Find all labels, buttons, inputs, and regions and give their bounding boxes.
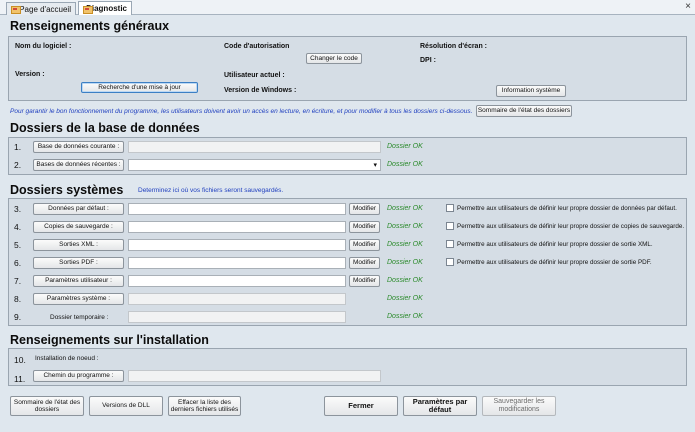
current-user-label: Utilisateur actuel : [224,72,285,79]
permissions-notice: Pour garantir le bon fonctionnement du p… [10,108,473,115]
recent-databases-button[interactable]: Bases de données récentes : [33,159,124,171]
status-ok: Dossier OK [387,259,423,266]
install-section-title: Renseignements sur l'installation [10,333,209,347]
recent-databases-dropdown[interactable]: ▾ [128,159,381,171]
database-section-title: Dossiers de la base de données [10,121,200,135]
modify-button[interactable]: Modifier [349,257,380,269]
general-section-title: Renseignements généraux [10,19,170,33]
version-label: Version : [15,71,45,78]
row-number: 4. [14,222,22,232]
xml-output-button[interactable]: Sorties XML : [33,239,124,251]
system-section-subtitle: Determinez ici où vos fichiers seront sa… [138,187,284,194]
user-settings-path-field[interactable] [128,275,346,287]
modify-button[interactable]: Modifier [349,275,380,287]
user-settings-button[interactable]: Paramètres utilisateur : [33,275,124,287]
row-number: 11. [14,374,26,384]
status-ok: Dossier OK [387,223,423,230]
row-number: 6. [14,258,22,268]
software-name-label: Nom du logiciel : [15,43,72,50]
folder-status-summary-button[interactable]: Sommaire de l'état des dossiers [476,105,572,117]
status-ok: Dossier OK [387,241,423,248]
row-number: 10. [14,355,26,365]
status-ok: Dossier OK [387,295,423,302]
tab-diagnostic[interactable]: Diagnostic [78,1,132,15]
clear-recent-files-button[interactable]: Effacer la liste des derniers fichiers u… [168,396,241,416]
status-ok: Dossier OK [387,161,423,168]
current-database-button[interactable]: Base de données courante : [33,141,124,153]
status-ok: Dossier OK [387,143,423,150]
folder-summary-footer-button[interactable]: Sommaire de l'état des dossiers [10,396,84,416]
backup-copies-button[interactable]: Copies de sauvegarde : [33,221,124,233]
system-section-title: Dossiers systèmes [10,183,124,197]
allow-pdf-output-checkbox[interactable] [446,258,454,266]
close-icon[interactable]: × [685,1,691,12]
modify-button[interactable]: Modifier [349,239,380,251]
tab-label: Page d'accueil [19,4,71,14]
screen-resolution-label: Résolution d'écran : [420,43,488,50]
row-number: 7. [14,276,22,286]
pdf-output-button[interactable]: Sorties PDF : [33,257,124,269]
checkbox-label: Permettre aux utilisateurs de définir le… [457,259,652,266]
row-number: 8. [14,294,22,304]
modify-button[interactable]: Modifier [349,203,380,215]
row-number: 9. [14,312,22,322]
allow-xml-output-checkbox[interactable] [446,240,454,248]
modify-button[interactable]: Modifier [349,221,380,233]
checkbox-label: Permettre aux utilisateurs de définir le… [457,205,677,212]
row-number: 5. [14,240,22,250]
row-number: 1. [14,142,22,152]
dll-versions-button[interactable]: Versions de DLL [89,396,163,416]
xml-output-path-field[interactable] [128,239,346,251]
node-install-label: Installation de noeud : [35,355,99,362]
tab-page-accueil[interactable]: Page d'accueil [6,2,76,15]
dpi-label: DPI : [420,57,436,64]
checkbox-label: Permettre aux utilisateurs de définir le… [457,241,653,248]
allow-backup-copies-checkbox[interactable] [446,222,454,230]
checkbox-label: Permettre aux utilisateurs de définir le… [457,223,685,230]
current-database-path-field [128,141,381,153]
folder-icon [11,5,22,14]
change-code-button[interactable]: Changer le code [306,53,362,64]
auth-code-label: Code d'autorisation [224,43,290,50]
default-data-button[interactable]: Données par défaut : [33,203,124,215]
status-ok: Dossier OK [387,277,423,284]
system-info-button[interactable]: Information système [496,85,566,97]
chevron-down-icon: ▾ [373,162,377,169]
status-ok: Dossier OK [387,205,423,212]
row-number: 3. [14,204,22,214]
status-ok: Dossier OK [387,313,423,320]
windows-version-label: Version de Windows : [224,87,297,94]
backup-copies-path-field[interactable] [128,221,346,233]
check-update-button[interactable]: Recherche d'une mise à jour [81,82,198,93]
default-data-path-field[interactable] [128,203,346,215]
program-path-field [128,370,381,382]
row-number: 2. [14,160,22,170]
close-button[interactable]: Fermer [324,396,398,416]
allow-default-data-checkbox[interactable] [446,204,454,212]
temp-folder-label: Dossier temporaire : [50,314,109,321]
system-settings-button[interactable]: Paramètres système : [33,293,124,305]
program-path-button[interactable]: Chemin du programme : [33,370,124,382]
pdf-output-path-field[interactable] [128,257,346,269]
system-settings-path-field [128,293,346,305]
save-changes-button[interactable]: Sauvegarder les modifications [482,396,556,416]
temp-folder-path-field [128,311,346,323]
default-params-button[interactable]: Paramètres par défaut [403,396,477,416]
